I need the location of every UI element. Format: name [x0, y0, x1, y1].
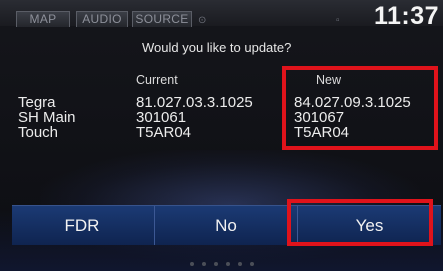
column-header-current: Current — [136, 73, 178, 87]
current-value-touch: T5AR04 — [136, 124, 192, 141]
signal-indicator-icon: ▫ — [336, 15, 340, 26]
fdr-button[interactable]: FDR — [12, 206, 152, 245]
yes-button-highlight-box — [287, 199, 433, 246]
tab-audio[interactable]: AUDIO — [76, 11, 128, 27]
status-indicator-icon: ⊙ — [198, 15, 207, 26]
row-label-tegra: Tegra — [18, 94, 56, 111]
page-dot — [250, 262, 254, 266]
tab-source[interactable]: SOURCE — [132, 11, 192, 27]
page-dot — [238, 262, 242, 266]
dialog-question: Would you like to update? — [142, 40, 292, 55]
status-bar: MAP AUDIO SOURCE ⊙ ▫ 11:37 — [0, 0, 443, 29]
page-dot — [214, 262, 218, 266]
infotainment-screen: MAP AUDIO SOURCE ⊙ ▫ 11:37 Would you lik… — [0, 0, 443, 271]
row-label-touch: Touch — [18, 124, 59, 141]
page-dot — [226, 262, 230, 266]
new-version-highlight-box — [282, 66, 438, 150]
current-value-sh-main: 301061 — [136, 109, 187, 126]
page-dot — [202, 262, 206, 266]
tab-map[interactable]: MAP — [16, 11, 70, 27]
page-indicator — [184, 260, 264, 268]
row-label-sh-main: SH Main — [18, 109, 76, 126]
page-dot — [190, 262, 194, 266]
no-button[interactable]: No — [154, 206, 298, 245]
current-value-tegra: 81.027.03.3.1025 — [136, 94, 253, 111]
